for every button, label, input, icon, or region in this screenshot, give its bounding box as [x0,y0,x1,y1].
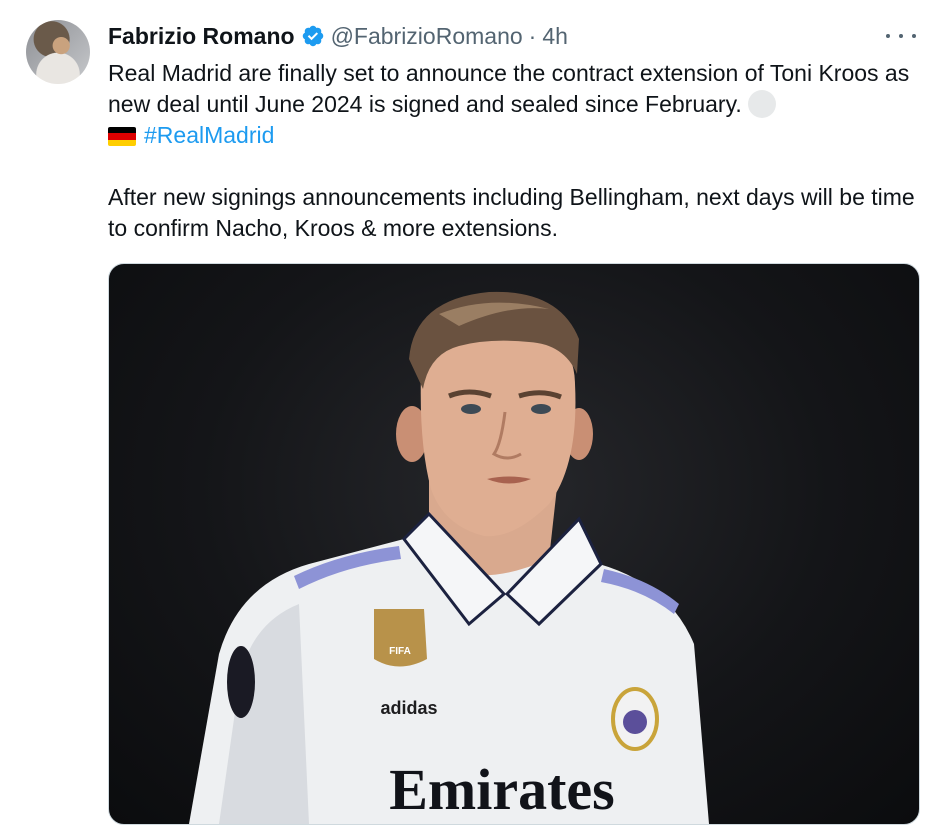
tweet-header: Fabrizio Romano @FabrizioRomano · 4h [108,20,568,52]
author-handle[interactable]: @FabrizioRomano [331,23,523,50]
tweet-paragraph: Real Madrid are finally set to announce … [108,58,923,120]
paragraph-one-text: Real Madrid are finally set to announce … [108,60,910,117]
more-dot [899,34,903,38]
tweet[interactable]: Fabrizio Romano @FabrizioRomano · 4h Rea… [0,0,946,825]
fifa-badge-text: FIFA [389,646,411,657]
tweet-timestamp[interactable]: 4h [542,23,568,50]
player-photo-illustration: FIFA adidas Emirates [189,291,709,824]
more-dot [912,34,916,38]
inline-emoji-icon [747,90,776,118]
tweet-text: Real Madrid are finally set to announce … [108,58,923,244]
author-name[interactable]: Fabrizio Romano [108,23,295,50]
fifa-badge [374,609,427,667]
tweet-media-photo[interactable]: FIFA adidas Emirates [108,263,920,825]
eye-left [461,404,481,414]
tweet-paragraph: After new signings announcements includi… [108,184,915,241]
club-crest-center [623,710,647,734]
eye-right [531,404,551,414]
sleeve-badge [227,646,255,718]
jersey-sponsor-text: Emirates [389,757,615,822]
author-avatar[interactable] [26,20,90,84]
hashtag-line: #RealMadrid [108,120,923,151]
germany-flag-icon [108,127,136,146]
more-dot [886,34,890,38]
kit-brand-text: adidas [380,698,437,718]
more-options-icon[interactable] [886,24,916,48]
header-separator: · [528,22,537,49]
verified-badge-icon[interactable] [301,24,325,48]
hashtag-link[interactable]: #RealMadrid [144,122,274,148]
